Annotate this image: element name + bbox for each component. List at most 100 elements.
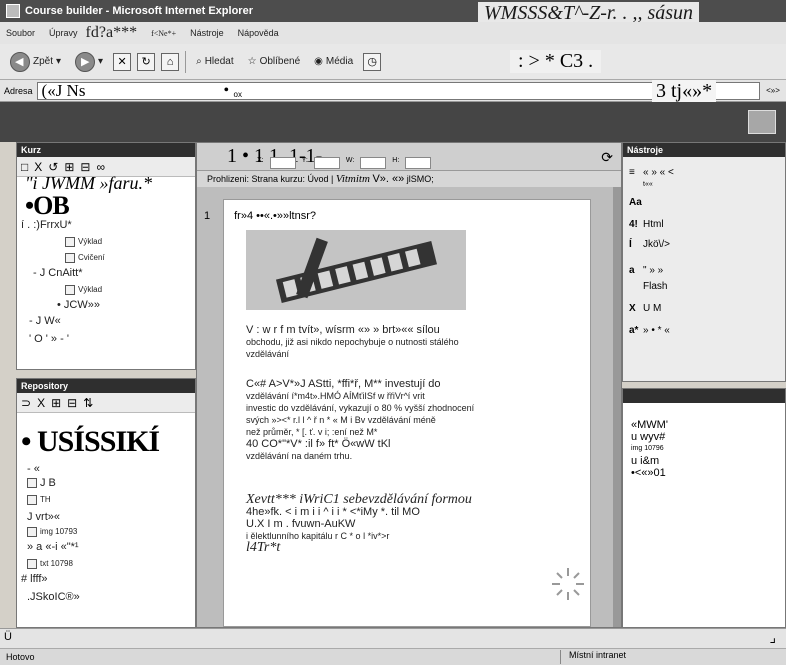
stop-icon[interactable]: ✕ (113, 52, 132, 71)
status-bar: Hotovo Místní intranet (0, 648, 786, 665)
menu-bar: Soubor Úpravy fd?a*** f<Ne*+ Nástroje Ná… (0, 22, 786, 44)
text-file-icon (27, 559, 37, 569)
menu-favorites[interactable]: f<Ne*+ (151, 29, 176, 38)
page-icon (65, 237, 75, 247)
page-icon (65, 285, 75, 295)
x-field[interactable] (269, 157, 296, 169)
tool-item[interactable]: ≡ « » « < t«« (629, 167, 674, 189)
link-icon[interactable]: ∞ (96, 160, 105, 174)
folder-icon (27, 495, 37, 505)
tool-item[interactable]: XU M (629, 303, 661, 314)
history-icon[interactable]: ◷ (363, 52, 382, 71)
repo-item[interactable]: img 10793 (27, 527, 77, 537)
menu-edit[interactable]: Úpravy (49, 28, 78, 38)
paragraph-2: C«# A>V*»J AStti, *ffi*ř, M** investují … (246, 378, 475, 461)
collapse-icon[interactable]: ⊟ (80, 160, 90, 174)
dropdown-icon: ▾ (56, 56, 62, 67)
tool-item[interactable]: Aa (629, 197, 643, 208)
paragraph-3: Xevtt*** iWriC1 sebevzdělávání formou 4h… (246, 492, 472, 555)
repository-panel-title: Repository (17, 379, 195, 393)
tool-item[interactable]: Flash (629, 281, 667, 292)
new-icon[interactable]: □ (21, 160, 28, 174)
tree-item[interactable]: Cvičení (65, 253, 105, 263)
sort-icon[interactable]: ⇅ (83, 396, 93, 410)
search-label: Hledat (204, 56, 234, 67)
course-ocr-bold: •OB (25, 191, 70, 220)
address-ocr-noise: 3 tj«»* (652, 80, 717, 103)
tree-item[interactable]: ' O ' » - ' (29, 333, 69, 345)
course-panel-title: Kurz (17, 143, 195, 157)
repo-item[interactable]: TH (27, 495, 51, 505)
ie-icon (6, 4, 20, 18)
content-editor: 1 • 1 1 .1-1-. X: Y: W: H: ⟳ Prohlizeni:… (196, 142, 622, 628)
repo-item[interactable]: » a «-i «"*¹ (27, 541, 79, 553)
toolbar-separator (185, 50, 187, 73)
address-value: («J Ns (41, 81, 86, 100)
repo-item[interactable]: - « (27, 463, 40, 475)
tree-item[interactable]: Výklad (65, 237, 102, 247)
menu-view[interactable]: fd?a*** (86, 24, 138, 42)
title-bar: Course builder - Microsoft Internet Expl… (0, 0, 786, 46)
repo-item[interactable]: # lfff» (21, 573, 48, 585)
course-panel: Kurz □ X ↺ ⊞ ⊟ ∞ "i JWMM »faru.* •OB í .… (16, 142, 196, 370)
y-field[interactable] (313, 157, 340, 169)
search-icon: ⌕ (196, 56, 202, 67)
expand-icon[interactable]: ⊞ (64, 160, 74, 174)
paragraph-1: V : w r f m tvít», wísrm «» » brt»«« síl… (246, 324, 459, 359)
repo-item[interactable]: J vrt»« (27, 511, 60, 523)
properties-panel: «MWM' u wyv# img 10796 u i&m •<«»01 (622, 388, 786, 628)
resize-grip-icon[interactable]: ⌟ (769, 629, 776, 646)
collapse-icon[interactable]: ⊟ (67, 396, 77, 410)
refresh-icon[interactable]: ⊃ (21, 396, 31, 410)
search-button[interactable]: ⌕ Hledat (192, 49, 238, 75)
tree-item[interactable]: - J CnAitt* (33, 267, 83, 279)
tree-item[interactable]: í . :)FrrxU* (21, 219, 72, 231)
app-logo (748, 110, 776, 134)
expand-icon[interactable]: ⊞ (51, 396, 61, 410)
browser-toolbar: Zpět ▾ ▾ ✕ ↻ ⌂ ⌕ Hledat ☆ Oblíbené ◉ Méd… (0, 44, 786, 80)
favorites-button[interactable]: ☆ Oblíbené (244, 49, 305, 75)
media-label: Média (325, 56, 354, 67)
width-field[interactable] (360, 157, 387, 169)
refresh-icon[interactable]: ⟳ (601, 149, 613, 166)
loading-spinner-icon (552, 568, 584, 600)
tree-item[interactable]: - J W« (29, 315, 61, 327)
scroll-left-char: Ü (4, 631, 12, 643)
app-header (0, 102, 786, 142)
repo-item[interactable]: J B (27, 477, 56, 489)
security-zone: Místní intranet (560, 650, 626, 664)
height-field[interactable] (405, 157, 432, 169)
tool-item[interactable]: 4! Html (629, 219, 664, 230)
tool-item[interactable]: a " » » (629, 265, 663, 276)
menu-tools[interactable]: Nástroje (190, 28, 224, 38)
tree-item[interactable]: Výklad (65, 285, 102, 295)
forward-button[interactable]: ▾ (71, 49, 107, 75)
back-arrow-icon (10, 51, 30, 72)
home-icon[interactable]: ⌂ (161, 52, 180, 71)
media-button[interactable]: ◉ Média (310, 49, 357, 75)
editor-scrollbar[interactable] (613, 187, 621, 627)
dropdown-icon: ▾ (98, 56, 104, 67)
undo-icon[interactable]: ↺ (48, 160, 58, 174)
tool-item[interactable]: a*» • * « (629, 325, 670, 336)
menu-file[interactable]: Soubor (6, 28, 35, 38)
delete-icon[interactable]: X (37, 396, 45, 410)
properties-panel-title (623, 389, 785, 403)
delete-icon[interactable]: X (34, 160, 42, 174)
title-ocr-noise: WMSSS&T^-Z-r. . ,, sásun (478, 2, 700, 24)
page-icon (65, 253, 75, 263)
tool-item[interactable]: Í Jkö\/> (629, 239, 670, 250)
repo-item[interactable]: txt 10798 (27, 559, 73, 569)
page-heading: 1 fr»4 ••«.•»»ltnsr? (204, 210, 316, 222)
forward-arrow-icon (75, 51, 96, 72)
refresh-icon[interactable]: ↻ (137, 52, 156, 71)
course-page[interactable]: 1 fr»4 ••«.•»»ltnsr? V: w r f m tvít», … (204, 199, 591, 627)
back-button[interactable]: Zpět ▾ (6, 49, 65, 75)
address-bar: Adresa («J Ns • ox 3 tj«»* <»> (0, 80, 786, 103)
horizontal-scrollbar[interactable]: Ü ⌟ (0, 628, 786, 648)
breadcrumb: Prohlizeni: Strana kurzu: Úvod | Vitmitm… (197, 171, 621, 187)
tree-item[interactable]: • JCW»» (57, 299, 100, 311)
go-button[interactable]: <»> (760, 86, 786, 95)
menu-help[interactable]: Nápověda (238, 28, 279, 38)
repo-item[interactable]: .JSkoIC®» (27, 591, 80, 603)
